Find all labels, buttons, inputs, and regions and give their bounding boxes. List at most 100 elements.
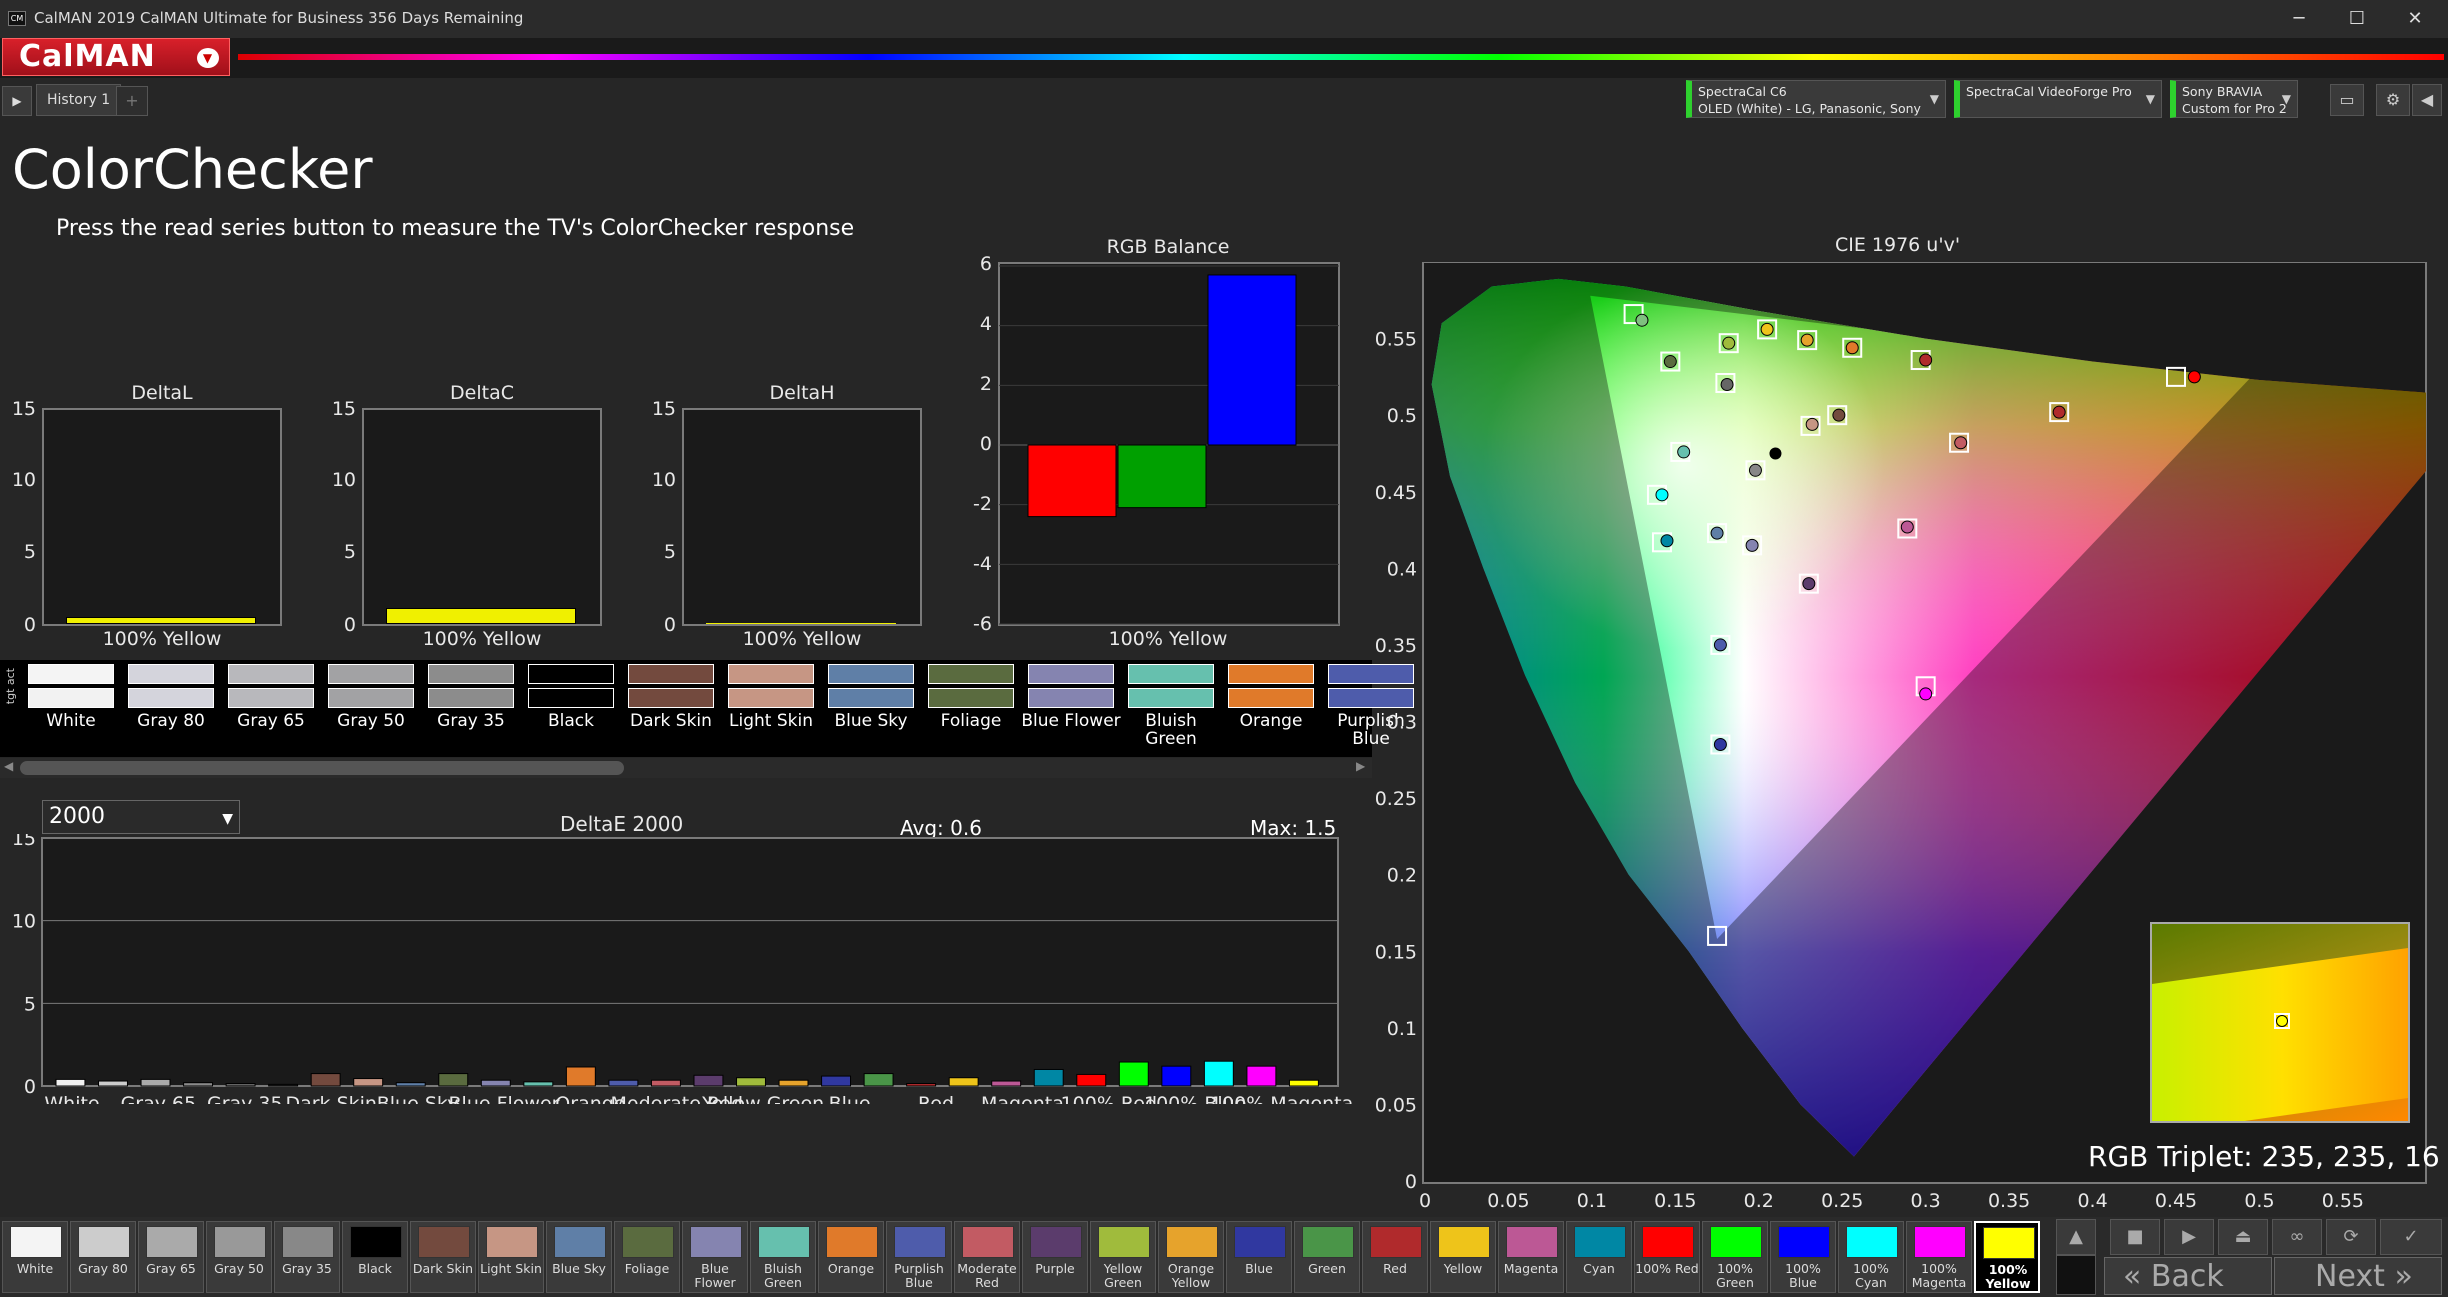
refresh-icon[interactable]: ⟳ — [2326, 1219, 2376, 1255]
bar-blue-sky — [395, 1082, 426, 1087]
y-tick-label: 0 — [1405, 1171, 1417, 1193]
patch-button[interactable]: Cyan — [1566, 1221, 1632, 1293]
swatch-scrollbar[interactable]: ◀ ▶ — [0, 758, 1372, 778]
tick-label: 5 — [343, 541, 356, 563]
scroll-left-icon[interactable]: ◀ — [4, 759, 13, 773]
maximize-button[interactable]: ☐ — [2334, 6, 2380, 32]
y-tick-label: 0.25 — [1375, 788, 1417, 810]
tick-label: 6 — [979, 253, 992, 275]
close-button[interactable]: ✕ — [2392, 6, 2438, 32]
actual-swatch — [128, 688, 214, 708]
rgb-balance-plot — [998, 262, 1340, 626]
patch-button[interactable]: 100% Green — [1702, 1221, 1768, 1293]
back-button[interactable]: « Back — [2104, 1257, 2272, 1295]
delta-e-formula-select[interactable]: 2000 ▼ — [42, 800, 240, 834]
patch-button[interactable]: Foliage — [614, 1221, 680, 1293]
patch-button[interactable]: Gray 65 — [138, 1221, 204, 1293]
patch-button[interactable]: Gray 35 — [274, 1221, 340, 1293]
y-tick-label: 0.05 — [1375, 1094, 1417, 1116]
up-icon[interactable]: ▲ — [2056, 1219, 2096, 1255]
tick-label: 10 — [12, 911, 36, 933]
patch-button[interactable]: Blue — [1226, 1221, 1292, 1293]
patch-button[interactable]: Blue Sky — [546, 1221, 612, 1293]
x-tick-label: 0.4 — [2077, 1190, 2107, 1212]
patch-button[interactable]: Gray 50 — [206, 1221, 272, 1293]
swatch-label: Gray 65 — [237, 711, 305, 731]
chart-title: DeltaC — [450, 382, 514, 404]
x-tick-label: 0.25 — [1821, 1190, 1863, 1212]
patch-label: Gray 65 — [146, 1261, 196, 1276]
target-swatch — [728, 664, 814, 684]
continuous-icon[interactable]: ∞ — [2272, 1219, 2322, 1255]
patch-label: 100% Magenta — [1911, 1261, 1967, 1290]
source-device-selector[interactable]: SpectraCal VideoForge Pro ▼ — [1954, 80, 2162, 118]
patch-button[interactable]: Gray 80 — [70, 1221, 136, 1293]
patch-button[interactable]: Orange Yellow — [1158, 1221, 1224, 1293]
actual-swatch — [928, 688, 1014, 708]
stop-icon[interactable]: ■ — [2110, 1219, 2160, 1255]
patch-button[interactable]: Orange — [818, 1221, 884, 1293]
swatch-label: Orange — [1239, 711, 1303, 731]
patch-button[interactable]: 100% Blue — [1770, 1221, 1836, 1293]
calman-menu-button[interactable]: CalMAN ▼ — [2, 38, 230, 76]
x-tick-label: 0.15 — [1654, 1190, 1696, 1212]
next-button[interactable]: Next » — [2274, 1257, 2442, 1295]
patch-button[interactable]: Purplish Blue — [886, 1221, 952, 1293]
minimize-button[interactable]: ─ — [2276, 6, 2322, 32]
patch-label: Yellow — [1443, 1261, 1483, 1276]
actual-swatch — [1128, 688, 1214, 708]
patch-label: 100% Blue — [1785, 1261, 1821, 1290]
target-actual-label: tgt act — [4, 668, 17, 705]
tick-label: 5 — [23, 541, 36, 563]
rgb-triplet-readout: RGB Triplet: 235, 235, 16 — [2088, 1140, 2440, 1173]
colorchecker-swatch-strip: tgt act White Gray 80 Gray 65 Gray 50 Gray 3… — [0, 660, 1414, 757]
patch-button[interactable]: Purple — [1022, 1221, 1088, 1293]
patch-button[interactable]: Moderate Red — [954, 1221, 1020, 1293]
tick-label: 10 — [11, 469, 36, 491]
device-profile: OLED (White) - LG, Panasonic, Sony — [1698, 101, 1921, 116]
display-device-selector[interactable]: Sony BRAVIA Custom for Pro 2 ▼ — [2170, 80, 2298, 118]
patch-label: 100% Yellow — [1108, 628, 1228, 650]
read-series-icon[interactable]: ⏏ — [2218, 1219, 2268, 1255]
patch-button[interactable]: White — [2, 1221, 68, 1293]
tab-history-1[interactable]: History 1 — [36, 84, 122, 116]
gear-icon[interactable]: ⚙ — [2376, 84, 2410, 116]
patch-button[interactable]: Magenta — [1498, 1221, 1564, 1293]
patch-button[interactable]: Light Skin — [478, 1221, 544, 1293]
check-icon[interactable]: ✓ — [2380, 1219, 2442, 1255]
patch-button[interactable]: Yellow Green — [1090, 1221, 1156, 1293]
patch-button[interactable]: Red — [1362, 1221, 1428, 1293]
patch-label: Foliage — [624, 1261, 670, 1276]
x-tick-label: Dark Skin — [285, 1093, 377, 1104]
patch-label: Gray 80 — [78, 1261, 128, 1276]
measured-marker — [1900, 520, 1914, 534]
monitor-icon[interactable]: ▭ — [2330, 84, 2364, 116]
patch-button[interactable]: Dark Skin — [410, 1221, 476, 1293]
meter-device-selector[interactable]: SpectraCal C6 OLED (White) - LG, Panason… — [1686, 80, 1946, 118]
page-instruction: Press the read series button to measure … — [56, 216, 855, 241]
play-icon[interactable]: ▶ — [2, 86, 32, 116]
bar-orange — [565, 1066, 596, 1087]
collapse-left-icon[interactable]: ◀ — [2412, 84, 2442, 116]
patch-button[interactable]: Yellow — [1430, 1221, 1496, 1293]
tick-label: -2 — [973, 493, 992, 515]
patch-button[interactable]: 100% Yellow — [1974, 1221, 2040, 1293]
patch-button[interactable]: Bluish Green — [750, 1221, 816, 1293]
patch-button[interactable]: 100% Red — [1634, 1221, 1700, 1293]
patch-button[interactable]: 100% Magenta — [1906, 1221, 1972, 1293]
bar-purple — [693, 1074, 724, 1087]
target-swatch — [128, 664, 214, 684]
measured-marker — [1845, 341, 1859, 355]
chart-title: DeltaL — [131, 382, 193, 404]
patch-button[interactable]: Black — [342, 1221, 408, 1293]
patch-color — [690, 1226, 742, 1258]
patch-button[interactable]: 100% Cyan — [1838, 1221, 1904, 1293]
y-tick-label: 0.3 — [1387, 712, 1417, 734]
tick-label: 10 — [651, 469, 676, 491]
scrollbar-thumb[interactable] — [20, 761, 624, 775]
patch-label: Cyan — [1583, 1261, 1615, 1276]
add-tab-button[interactable]: + — [116, 86, 148, 116]
patch-button[interactable]: Green — [1294, 1221, 1360, 1293]
play-icon[interactable]: ▶ — [2164, 1219, 2214, 1255]
patch-button[interactable]: Blue Flower — [682, 1221, 748, 1293]
